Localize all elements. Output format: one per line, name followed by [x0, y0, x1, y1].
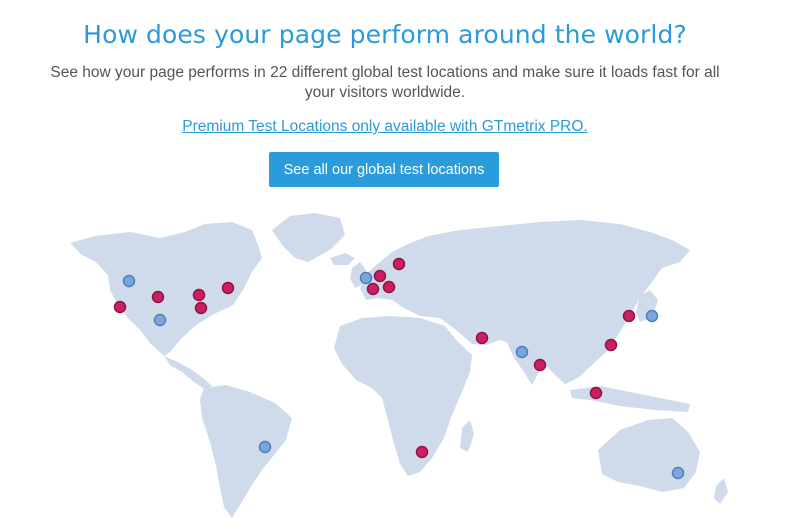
page-description: See how your page performs in 22 differe… — [50, 64, 720, 101]
premium-location-marker — [475, 331, 489, 345]
standard-location-marker — [258, 440, 272, 454]
africa-landmass — [334, 316, 472, 476]
new-zealand-landmass — [714, 478, 728, 504]
premium-location-marker — [589, 386, 603, 400]
premium-location-marker — [113, 300, 127, 314]
world-map — [70, 213, 728, 518]
south-america-landmass — [200, 385, 292, 518]
standard-location-marker — [671, 466, 685, 480]
standard-location-marker — [515, 345, 529, 359]
premium-location-marker — [373, 269, 387, 283]
see-all-locations-button[interactable]: See all our global test locations — [269, 152, 499, 187]
greenland-landmass — [272, 213, 345, 262]
central-america-landmass — [164, 356, 212, 390]
iceland-landmass — [330, 253, 355, 265]
premium-location-marker — [533, 358, 547, 372]
standard-location-marker — [359, 271, 373, 285]
premium-location-marker — [604, 338, 618, 352]
premium-locations-link[interactable]: Premium Test Locations only available wi… — [182, 118, 587, 135]
premium-location-marker — [366, 282, 380, 296]
premium-location-marker — [392, 257, 406, 271]
standard-location-marker — [122, 274, 136, 288]
australia-landmass — [598, 418, 700, 492]
standard-location-marker — [645, 309, 659, 323]
premium-location-marker — [151, 290, 165, 304]
premium-location-marker — [221, 281, 235, 295]
premium-location-marker — [194, 301, 208, 315]
premium-location-marker — [415, 445, 429, 459]
standard-location-marker — [153, 313, 167, 327]
premium-locations-link-wrapper: Premium Test Locations only available wi… — [0, 118, 770, 136]
page-title: How does your page perform around the wo… — [83, 20, 687, 49]
premium-location-marker — [622, 309, 636, 323]
madagascar-landmass — [460, 420, 474, 452]
premium-location-marker — [382, 280, 396, 294]
premium-location-marker — [192, 288, 206, 302]
southeast-asia-islands — [570, 386, 690, 412]
